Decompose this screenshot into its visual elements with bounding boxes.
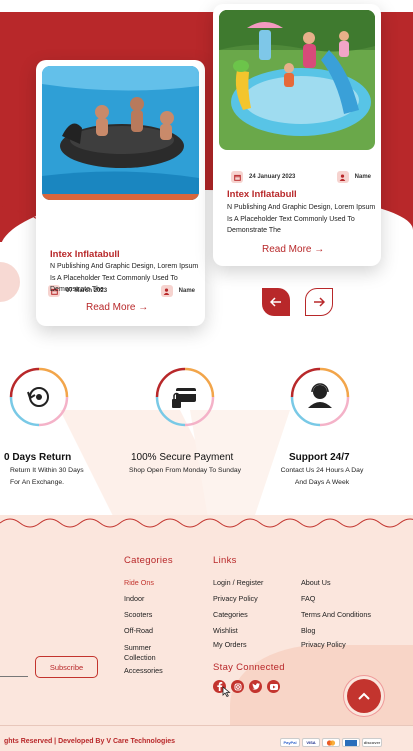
- footer: [0, 515, 413, 751]
- footer-link[interactable]: About Us: [301, 578, 331, 587]
- discover-badge: discover: [362, 738, 382, 747]
- footer-link[interactable]: Privacy Policy: [213, 594, 258, 603]
- footer-link[interactable]: Wishlist: [213, 626, 238, 635]
- youtube-icon[interactable]: [267, 680, 280, 693]
- copyright-text: ghts Reserved | Developed By V Care Tech…: [4, 738, 176, 745]
- carousel-next-button[interactable]: [305, 288, 333, 316]
- stay-connected-heading: Stay Connected: [213, 662, 285, 673]
- carousel-prev-button[interactable]: [262, 288, 290, 316]
- footer-category-link[interactable]: Off-Road: [124, 626, 153, 635]
- blog-card-meta: 24 January 2023 Name: [231, 171, 371, 183]
- footer-divider: [0, 725, 413, 726]
- scroll-to-top-button[interactable]: [347, 679, 381, 713]
- footer-link[interactable]: Privacy Policy: [301, 640, 346, 649]
- feature-subtitle-line: And Days A Week: [294, 478, 350, 486]
- footer-wave: [0, 518, 413, 528]
- newsletter-input-underline: [0, 676, 28, 677]
- visa-badge: VISA: [302, 738, 320, 747]
- footer-link[interactable]: FAQ: [301, 594, 315, 603]
- calendar-icon: [231, 171, 243, 183]
- footer-categories-heading: Categories: [124, 555, 173, 566]
- blog-card-image: [219, 10, 375, 150]
- return-icon: [9, 367, 69, 427]
- instagram-icon[interactable]: [231, 680, 244, 693]
- feature-subtitle: Contact Us 24 Hours A Day And Days A Wee…: [264, 465, 380, 488]
- read-more-link[interactable]: Read More →: [86, 302, 148, 313]
- feature-title: Support 24/7: [289, 452, 350, 463]
- footer-link[interactable]: My Orders: [213, 640, 247, 649]
- paypal-badge: PayPal: [280, 738, 300, 747]
- feature-subtitle-line: For An Exchange.: [10, 478, 65, 486]
- blog-card-2[interactable]: 24 January 2023 Name Intex Inflatabull N…: [213, 4, 381, 266]
- footer-link[interactable]: Terms And Conditions: [301, 610, 371, 619]
- features-background: [60, 410, 290, 530]
- blog-card-title[interactable]: Intex Inflatabull: [50, 249, 120, 260]
- footer-link[interactable]: Categories: [213, 610, 248, 619]
- blog-card-excerpt: N Publishing And Graphic Design, Lorem I…: [227, 204, 376, 234]
- mastercard-badge: [322, 738, 340, 747]
- footer-category-link[interactable]: Ride Ons: [124, 578, 154, 587]
- subscribe-button[interactable]: Subscribe: [35, 656, 98, 678]
- feature-subtitle-line: Contact Us 24 Hours A Day: [280, 467, 364, 474]
- feature-subtitle-line: Return It Within 30 Days: [10, 467, 84, 474]
- feature-title: 100% Secure Payment: [131, 452, 234, 463]
- blog-card-image: [42, 66, 199, 200]
- read-more-link[interactable]: Read More →: [262, 244, 324, 255]
- blog-card-title[interactable]: Intex Inflatabull: [227, 189, 297, 200]
- feature-subtitle: Return It Within 30 Days For An Exchange…: [0, 465, 108, 488]
- blog-card-date: 24 January 2023: [249, 174, 296, 180]
- footer-links-heading: Links: [213, 555, 237, 566]
- arrow-right-icon: [314, 297, 325, 307]
- feature-title: 0 Days Return: [4, 452, 72, 463]
- arrow-left-icon: [270, 297, 281, 307]
- user-icon: [336, 171, 349, 183]
- chevron-up-icon: [358, 692, 370, 700]
- twitter-icon[interactable]: [249, 680, 262, 693]
- blog-card-excerpt: N Publishing And Graphic Design, Lorem I…: [50, 263, 199, 293]
- footer-category-link[interactable]: Indoor: [124, 594, 144, 603]
- footer-category-link[interactable]: Accessories: [124, 666, 163, 675]
- amex-badge: [342, 738, 360, 747]
- secure-payment-icon: [155, 367, 215, 427]
- cursor-pointer-icon: [222, 686, 231, 697]
- footer-category-link[interactable]: Scooters: [124, 610, 152, 619]
- footer-link[interactable]: Login / Register: [213, 578, 263, 587]
- blog-card-author: Name: [354, 174, 371, 180]
- footer-category-link[interactable]: Summer Collection: [124, 643, 184, 662]
- feature-subtitle: Shop Open From Monday To Sunday: [128, 467, 242, 474]
- support-icon: [290, 367, 350, 427]
- footer-link[interactable]: Blog: [301, 626, 315, 635]
